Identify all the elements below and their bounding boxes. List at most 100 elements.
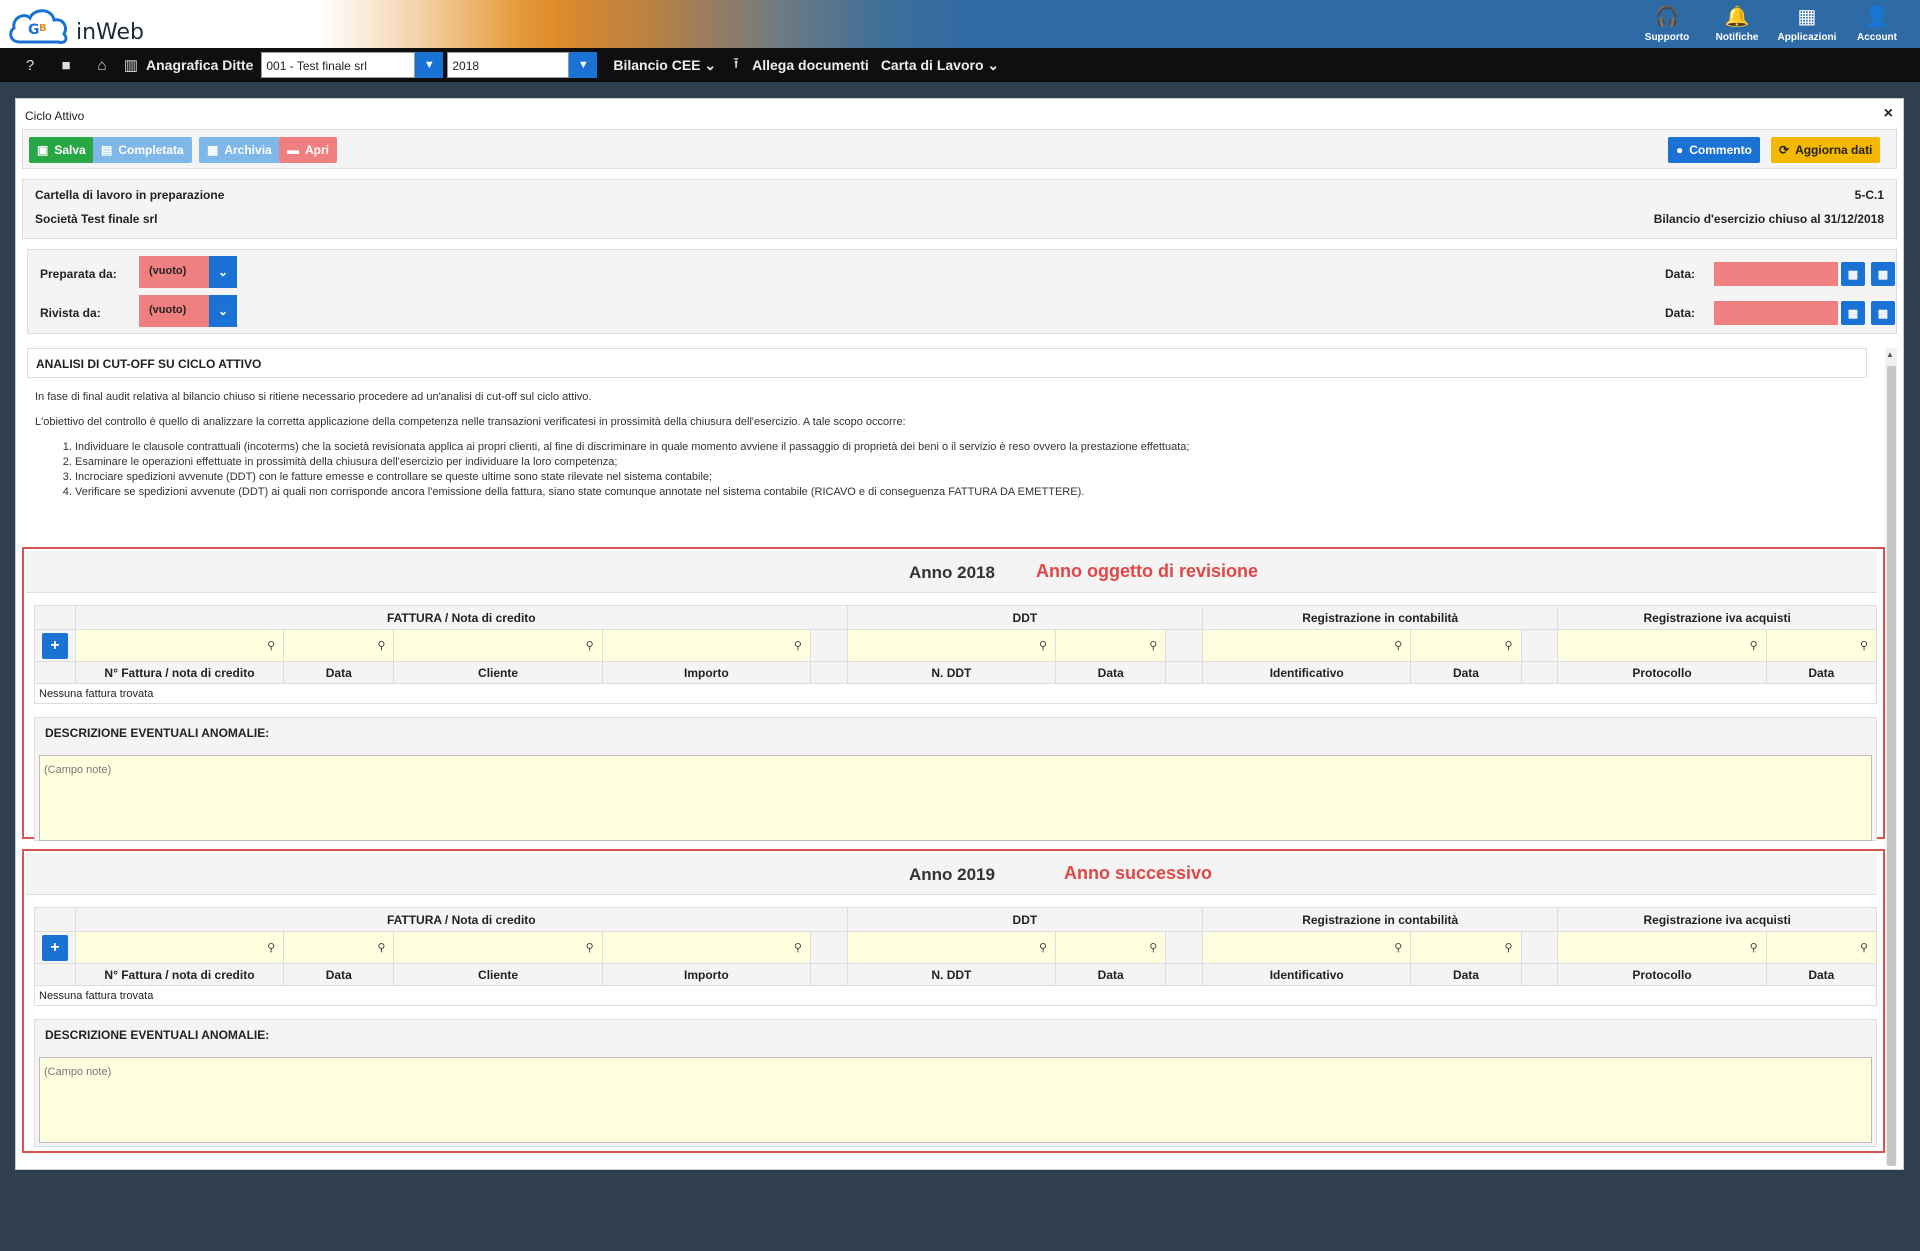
add-row-button[interactable]: + bbox=[41, 934, 68, 961]
scroll-thumb[interactable] bbox=[1887, 366, 1896, 1166]
column-header[interactable]: N. DDT bbox=[846, 963, 1057, 986]
scroll-up-icon[interactable]: ▲ bbox=[1886, 350, 1894, 359]
prepared-by-select[interactable]: (vuoto) ⌄ bbox=[139, 256, 237, 288]
company-select[interactable]: 001 - Test finale srl ▼ bbox=[261, 52, 444, 78]
filter-protocol[interactable]: ⚲ bbox=[1557, 931, 1767, 964]
prepared-date-input[interactable] bbox=[1714, 262, 1838, 286]
column-header[interactable]: Data bbox=[1765, 661, 1878, 684]
filter-invoice-number[interactable]: ⚲ bbox=[74, 629, 285, 662]
search-icon: ⚲ bbox=[1859, 942, 1868, 954]
notifications-button[interactable]: 🔔 Notifiche bbox=[1702, 0, 1772, 48]
calendar-check-icon[interactable]: ▦ bbox=[1871, 301, 1895, 325]
filter-accounting-date[interactable]: ⚲ bbox=[1410, 931, 1522, 964]
notes-textarea[interactable]: (Campo note) bbox=[39, 1057, 1872, 1143]
home-icon[interactable]: ⌂ bbox=[84, 57, 120, 74]
calendar-check-icon[interactable]: ▦ bbox=[1871, 262, 1895, 286]
list-item: Incrociare spedizioni avvenute (DDT) con… bbox=[75, 470, 1855, 485]
company-registry-label[interactable]: Anagrafica Ditte bbox=[146, 57, 253, 73]
archive-button[interactable]: ▦ Archivia bbox=[199, 137, 280, 163]
filter-ddt-number[interactable]: ⚲ bbox=[846, 629, 1057, 662]
section-title: ANALISI DI CUT-OFF SU CICLO ATTIVO bbox=[27, 348, 1867, 378]
filter-invoice-date[interactable]: ⚲ bbox=[283, 629, 395, 662]
reviewed-by-select[interactable]: (vuoto) ⌄ bbox=[139, 295, 237, 327]
prepared-by-value[interactable]: (vuoto) bbox=[139, 256, 209, 288]
filter-ddt-date[interactable]: ⚲ bbox=[1055, 629, 1167, 662]
column-header[interactable]: Importo bbox=[601, 661, 811, 684]
filter-amount[interactable]: ⚲ bbox=[601, 931, 811, 964]
support-button[interactable]: 🎧 Supporto bbox=[1632, 0, 1702, 48]
filter-customer[interactable]: ⚲ bbox=[393, 629, 603, 662]
add-row-button[interactable]: + bbox=[41, 632, 68, 659]
save-button[interactable]: ▣ Salva bbox=[29, 137, 94, 163]
filter-accounting-date[interactable]: ⚲ bbox=[1410, 629, 1522, 662]
column-header[interactable]: Importo bbox=[601, 963, 811, 986]
column-header[interactable]: Protocollo bbox=[1557, 963, 1767, 986]
video-icon[interactable]: ■ bbox=[48, 57, 84, 74]
work-paper-menu[interactable]: Carta di Lavoro ⌄ bbox=[881, 57, 999, 74]
archive-label: Archivia bbox=[224, 143, 272, 157]
filter-vat-date[interactable]: ⚲ bbox=[1765, 629, 1878, 662]
filter-invoice-date[interactable]: ⚲ bbox=[283, 931, 395, 964]
year-select-value[interactable]: 2018 bbox=[447, 52, 570, 78]
anomalies-title: DESCRIZIONE EVENTUALI ANOMALIE: bbox=[45, 1028, 270, 1042]
comment-button[interactable]: ● Commento bbox=[1668, 137, 1760, 163]
column-header[interactable]: N° Fattura / nota di credito bbox=[74, 963, 285, 986]
completed-button[interactable]: ▤ Completata bbox=[93, 137, 192, 163]
chevron-down-icon[interactable]: ⌄ bbox=[209, 295, 237, 327]
grid-corner bbox=[34, 605, 76, 630]
search-icon: ⚲ bbox=[377, 942, 386, 954]
sign-off-box: Preparata da: (vuoto) ⌄ Rivista da: (vuo… bbox=[27, 249, 1897, 334]
open-button[interactable]: ▬ Apri bbox=[279, 137, 337, 163]
calendar-icon[interactable]: ▦ bbox=[1841, 262, 1865, 286]
chevron-down-icon[interactable]: ⌄ bbox=[209, 256, 237, 288]
column-header[interactable]: Cliente bbox=[393, 661, 603, 684]
column-header[interactable]: Data bbox=[1410, 963, 1522, 986]
filter-identifier[interactable]: ⚲ bbox=[1202, 629, 1412, 662]
svg-text:B: B bbox=[39, 23, 47, 34]
reviewed-date-input[interactable] bbox=[1714, 301, 1838, 325]
caret-down-icon[interactable]: ▼ bbox=[415, 52, 444, 78]
column-header[interactable]: Data bbox=[1055, 661, 1167, 684]
bilancio-cee-menu[interactable]: Bilancio CEE ⌄ bbox=[613, 57, 716, 74]
column-header[interactable]: Identificativo bbox=[1202, 963, 1412, 986]
bell-icon: 🔔 bbox=[1724, 5, 1750, 28]
filter-invoice-number[interactable]: ⚲ bbox=[74, 931, 285, 964]
column-header[interactable]: Data bbox=[1055, 963, 1167, 986]
column-header[interactable]: Cliente bbox=[393, 963, 603, 986]
column-header[interactable]: Identificativo bbox=[1202, 661, 1412, 684]
column-header[interactable]: Data bbox=[283, 963, 395, 986]
filter-identifier[interactable]: ⚲ bbox=[1202, 931, 1412, 964]
column-header[interactable]: N° Fattura / nota di credito bbox=[74, 661, 285, 684]
notes-textarea[interactable]: (Campo note) bbox=[39, 755, 1872, 841]
brand-name: inWeb bbox=[76, 20, 145, 45]
column-header[interactable]: Protocollo bbox=[1557, 661, 1767, 684]
filter-protocol[interactable]: ⚲ bbox=[1557, 629, 1767, 662]
help-icon[interactable]: ? bbox=[12, 57, 48, 74]
filter-vat-date[interactable]: ⚲ bbox=[1765, 931, 1878, 964]
filter-spacer bbox=[809, 629, 848, 662]
column-spacer bbox=[809, 661, 848, 684]
close-icon[interactable]: × bbox=[1884, 105, 1893, 123]
column-header[interactable]: Data bbox=[1765, 963, 1878, 986]
account-label: Account bbox=[1857, 31, 1897, 43]
reviewed-by-value[interactable]: (vuoto) bbox=[139, 295, 209, 327]
refresh-data-button[interactable]: ⟳ Aggiorna dati bbox=[1771, 137, 1881, 163]
column-header[interactable]: N. DDT bbox=[846, 661, 1057, 684]
applications-button[interactable]: ▦ Applicazioni bbox=[1772, 0, 1842, 48]
calendar-icon[interactable]: ▦ bbox=[1841, 301, 1865, 325]
filter-customer[interactable]: ⚲ bbox=[393, 931, 603, 964]
search-icon: ⚲ bbox=[793, 942, 802, 954]
caret-down-icon[interactable]: ▼ bbox=[569, 52, 598, 78]
filter-ddt-number[interactable]: ⚲ bbox=[846, 931, 1057, 964]
year-header: Anno 2018 Anno oggetto di revisione bbox=[26, 551, 1877, 593]
year-select[interactable]: 2018 ▼ bbox=[447, 52, 598, 78]
filter-amount[interactable]: ⚲ bbox=[601, 629, 811, 662]
column-header[interactable]: Data bbox=[283, 661, 395, 684]
svg-text:G: G bbox=[28, 22, 40, 38]
column-header[interactable]: Data bbox=[1410, 661, 1522, 684]
filter-ddt-date[interactable]: ⚲ bbox=[1055, 931, 1167, 964]
company-select-value[interactable]: 001 - Test finale srl bbox=[261, 52, 416, 78]
account-button[interactable]: 👤 Account bbox=[1842, 0, 1912, 48]
content-scrollbar[interactable]: ▲ bbox=[1885, 348, 1897, 1166]
attach-documents-menu[interactable]: Allega documenti bbox=[752, 57, 869, 73]
